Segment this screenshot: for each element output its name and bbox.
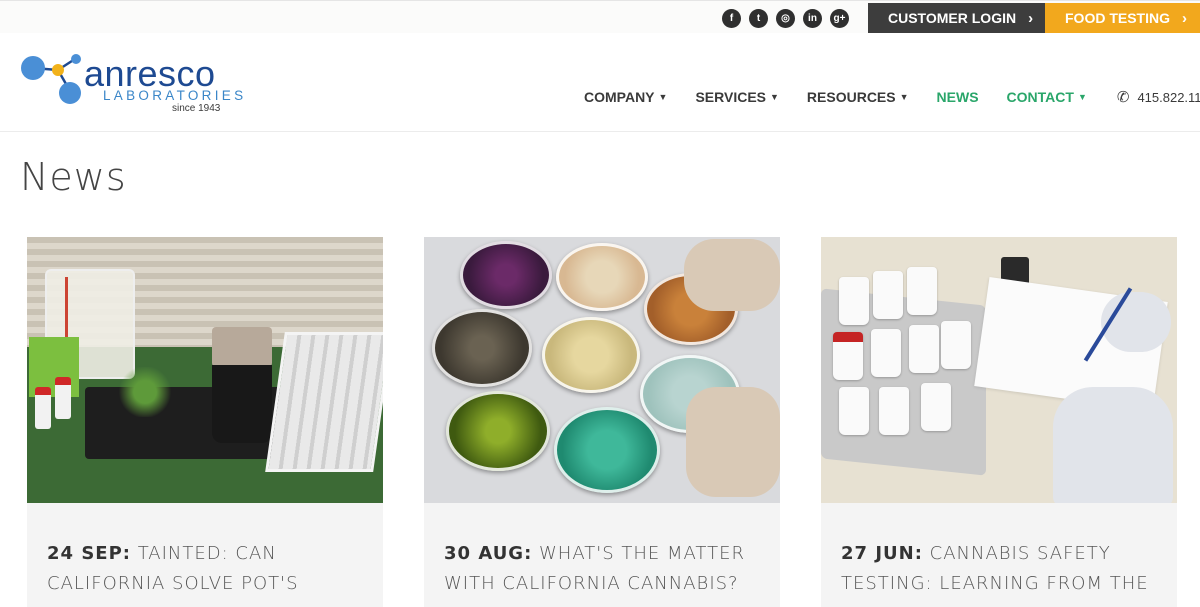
news-card-image-petri-dishes bbox=[424, 237, 780, 503]
brand-since: since 1943 bbox=[172, 103, 221, 114]
news-card[interactable]: 27 JUN: CANNABIS SAFETY TESTING: LEARNIN… bbox=[821, 237, 1177, 607]
customer-login-button[interactable]: CUSTOMER LOGIN › bbox=[868, 3, 1045, 33]
site-header: anresco LABORATORIES since 1943 COMPANY … bbox=[0, 33, 1200, 132]
twitter-icon[interactable]: t bbox=[749, 9, 768, 28]
nav-contact-label: CONTACT bbox=[1006, 89, 1074, 105]
news-card-text: 24 SEP: TAINTED: CAN CALIFORNIA SOLVE PO… bbox=[27, 503, 383, 599]
chevron-down-icon: ▼ bbox=[1077, 92, 1087, 102]
page-title: News bbox=[20, 155, 127, 199]
news-card[interactable]: 30 AUG: WHAT'S THE MATTER WITH CALIFORNI… bbox=[424, 237, 780, 607]
phone-link[interactable]: ✆ 415.822.1100 bbox=[1117, 88, 1200, 106]
news-card-date: 24 SEP: bbox=[47, 543, 131, 564]
news-card[interactable]: 24 SEP: TAINTED: CAN CALIFORNIA SOLVE PO… bbox=[27, 237, 383, 607]
food-testing-label: FOOD TESTING bbox=[1065, 10, 1170, 26]
main-nav: COMPANY ▼ SERVICES ▼ RESOURCES ▼ NEWS CO… bbox=[584, 88, 1200, 106]
nav-resources-label: RESOURCES bbox=[806, 89, 896, 105]
chevron-right-icon: › bbox=[1182, 9, 1187, 27]
chevron-down-icon: ▼ bbox=[770, 92, 779, 102]
news-card-date: 27 JUN: bbox=[841, 543, 923, 564]
phone-number: 415.822.1100 bbox=[1137, 89, 1200, 105]
instagram-icon[interactable]: ◎ bbox=[776, 9, 795, 28]
nav-services[interactable]: SERVICES ▼ bbox=[695, 89, 778, 105]
customer-login-label: CUSTOMER LOGIN bbox=[888, 10, 1017, 26]
nav-company-label: COMPANY bbox=[584, 89, 655, 105]
nav-contact[interactable]: CONTACT ▼ bbox=[1007, 89, 1087, 105]
nav-news[interactable]: NEWS bbox=[937, 89, 979, 105]
chevron-down-icon: ▼ bbox=[899, 92, 909, 102]
food-testing-button[interactable]: FOOD TESTING › bbox=[1045, 3, 1200, 33]
news-card-text: 27 JUN: CANNABIS SAFETY TESTING: LEARNIN… bbox=[821, 503, 1177, 599]
nav-resources[interactable]: RESOURCES ▼ bbox=[807, 89, 909, 105]
brand-subtitle: LABORATORIES bbox=[103, 88, 247, 103]
logo-molecule-icon bbox=[21, 54, 81, 104]
news-card-date: 30 AUG: bbox=[444, 543, 533, 564]
googleplus-icon[interactable]: g+ bbox=[830, 9, 849, 28]
news-card-image-lab-samples bbox=[821, 237, 1177, 503]
chevron-down-icon: ▼ bbox=[658, 92, 668, 102]
facebook-icon[interactable]: f bbox=[722, 9, 741, 28]
chevron-right-icon: › bbox=[1028, 9, 1034, 27]
nav-company[interactable]: COMPANY ▼ bbox=[584, 89, 667, 105]
nav-services-label: SERVICES bbox=[695, 89, 766, 105]
social-links: f t ◎ in g+ bbox=[722, 9, 849, 28]
top-utility-bar: f t ◎ in g+ CUSTOMER LOGIN › FOOD TESTIN… bbox=[0, 0, 1200, 33]
news-card-text: 30 AUG: WHAT'S THE MATTER WITH CALIFORNI… bbox=[424, 503, 780, 599]
nav-news-label: NEWS bbox=[936, 89, 979, 105]
news-card-image-grow-equipment bbox=[27, 237, 383, 503]
linkedin-icon[interactable]: in bbox=[803, 9, 822, 28]
phone-icon: ✆ bbox=[1116, 89, 1130, 106]
anresco-logo[interactable]: anresco LABORATORIES since 1943 bbox=[20, 51, 250, 117]
